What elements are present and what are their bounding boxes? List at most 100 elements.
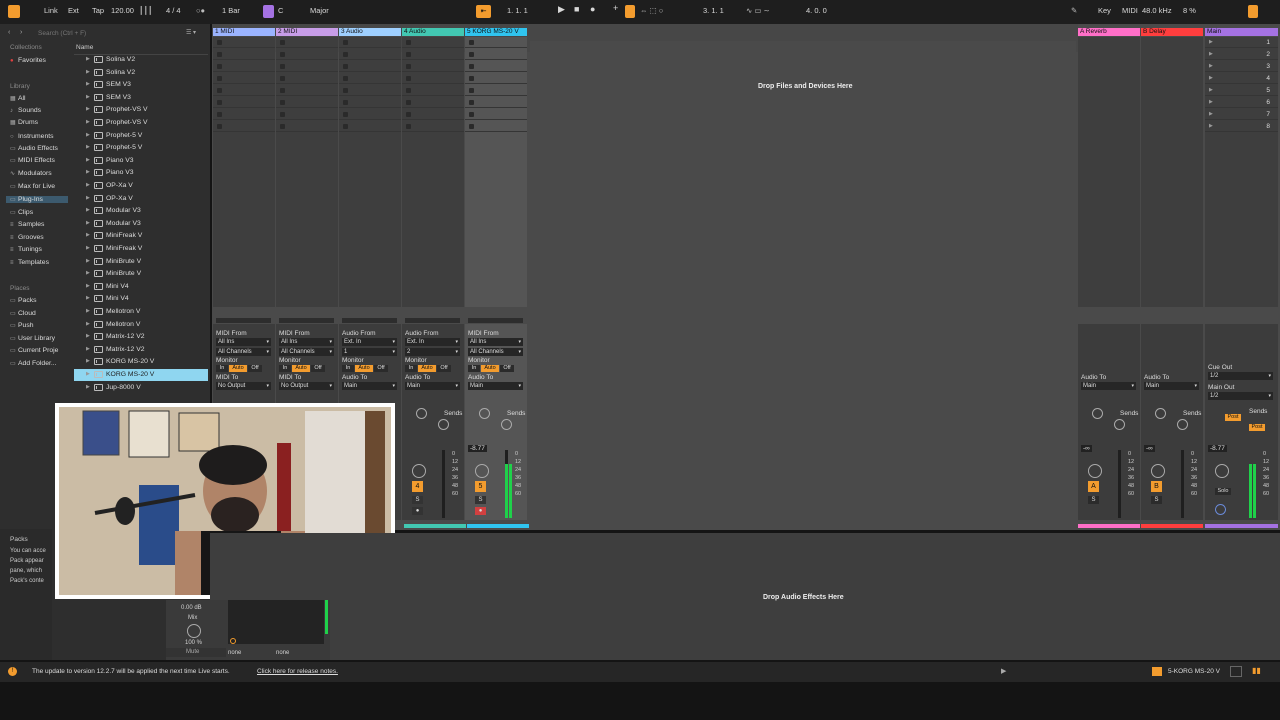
sidebar-item-sounds[interactable]: ♪ Sounds: [10, 107, 41, 114]
scene-launch-icon[interactable]: ▶: [1209, 87, 1213, 93]
scene-slot[interactable]: ▶ 3: [1205, 61, 1278, 72]
sidebar-item-max-for-live[interactable]: ▭ Max for Live: [10, 183, 55, 190]
song-position[interactable]: 1. 1. 1: [507, 6, 528, 15]
browser-item[interactable]: ▶ KORG MS-20 V: [74, 356, 208, 368]
monitor-off-toggle[interactable]: Off: [437, 365, 451, 372]
output-select[interactable]: Main: [1144, 382, 1199, 390]
clip-stop-icon[interactable]: [469, 100, 474, 105]
clip-stop-icon[interactable]: [280, 112, 285, 117]
volume-readout[interactable]: -∞: [1144, 445, 1155, 452]
scene-slot[interactable]: ▶ 6: [1205, 97, 1278, 108]
expand-arrow-icon[interactable]: ▶: [86, 81, 90, 87]
monitor-in-toggle[interactable]: In: [342, 365, 354, 372]
scene-launch-icon[interactable]: ▶: [1209, 99, 1213, 105]
clip-stop-icon[interactable]: [343, 88, 348, 93]
clip-stop-icon[interactable]: [280, 76, 285, 81]
clip-stop-icon[interactable]: [469, 40, 474, 45]
clip-slot[interactable]: [339, 109, 401, 120]
scene-slot[interactable]: ▶ 1: [1205, 37, 1278, 48]
monitor-auto-toggle[interactable]: Auto: [292, 365, 310, 372]
clip-slot[interactable]: [339, 61, 401, 72]
clip-slot[interactable]: [465, 97, 527, 108]
clip-slot[interactable]: [402, 73, 464, 84]
browser-item[interactable]: ▶ SEM V3: [74, 92, 208, 104]
solo-button[interactable]: S: [475, 496, 486, 504]
return-activator-button[interactable]: A: [1088, 481, 1099, 492]
browser-item[interactable]: ▶ Piano V3: [74, 155, 208, 167]
pan-knob[interactable]: [475, 464, 489, 478]
expand-arrow-icon[interactable]: ▶: [86, 283, 90, 289]
clip-slot[interactable]: [276, 85, 338, 96]
expand-arrow-icon[interactable]: ▶: [86, 106, 90, 112]
track-activator-button[interactable]: 5: [475, 481, 486, 492]
clip-stop-icon[interactable]: [280, 40, 285, 45]
expand-arrow-icon[interactable]: ▶: [86, 195, 90, 201]
track-header[interactable]: 4 Audio: [402, 28, 464, 36]
ext-button[interactable]: Ext: [68, 6, 79, 15]
send-b-knob[interactable]: [1114, 419, 1125, 430]
follow-icon[interactable]: ○●: [196, 6, 205, 15]
post-toggle-b[interactable]: Post: [1249, 424, 1265, 431]
arm-button[interactable]: ●: [475, 507, 486, 515]
sidebar-item-favorites[interactable]: ● Favorites: [10, 57, 46, 64]
track-header[interactable]: 5 KORG MS-20 V: [465, 28, 527, 36]
clip-slot[interactable]: [465, 49, 527, 60]
clip-stop-icon[interactable]: [406, 40, 411, 45]
clip-slot[interactable]: [402, 97, 464, 108]
browser-item[interactable]: ▶ Matrix-12 V2: [74, 344, 208, 356]
monitor-in-toggle[interactable]: In: [279, 365, 291, 372]
monitor-off-toggle[interactable]: Off: [374, 365, 388, 372]
device-view-icon[interactable]: [1230, 666, 1242, 677]
browser-item[interactable]: ▶ MiniBrute V: [74, 268, 208, 280]
expand-arrow-icon[interactable]: ▶: [86, 69, 90, 75]
browser-item[interactable]: ▶ Mini V4: [74, 293, 208, 305]
post-toggle-a[interactable]: Post: [1225, 414, 1241, 421]
send-a-knob[interactable]: [479, 408, 490, 419]
clip-stop-icon[interactable]: [343, 112, 348, 117]
browser-item[interactable]: ▶ Matrix-12 V2: [74, 331, 208, 343]
sidebar-item-instruments[interactable]: ○ Instruments: [10, 133, 54, 140]
output-select[interactable]: No Output: [216, 382, 271, 390]
sidebar-item-grooves[interactable]: ≡ Grooves: [10, 234, 44, 241]
channel-select[interactable]: All Channels: [216, 348, 271, 356]
sidebar-item-plug-ins[interactable]: ▭ Plug-Ins: [6, 196, 68, 203]
main-out-select[interactable]: 1/2: [1208, 392, 1273, 400]
release-notes-link[interactable]: Click here for release notes.: [257, 668, 338, 675]
clip-stop-icon[interactable]: [343, 124, 348, 129]
sidebar-item-all[interactable]: ▦ All: [10, 95, 26, 102]
output-select[interactable]: Main: [1081, 382, 1136, 390]
scope-handle-icon[interactable]: [230, 638, 236, 644]
gain-value[interactable]: 0.00 dB: [181, 605, 202, 611]
scroll-right-icon[interactable]: ▶: [1001, 667, 1006, 675]
meter-view-icon[interactable]: ▮▮: [1252, 666, 1261, 675]
scene-launch-icon[interactable]: ▶: [1209, 75, 1213, 81]
key-map-button[interactable]: Key: [1098, 6, 1111, 15]
clip-stop-icon[interactable]: [343, 52, 348, 57]
name-column-header[interactable]: Name: [76, 44, 93, 51]
clip-slot[interactable]: [465, 109, 527, 120]
draw-mode-icon[interactable]: ✎: [1071, 6, 1077, 15]
expand-arrow-icon[interactable]: ▶: [86, 258, 90, 264]
browser-item[interactable]: ▶ MiniFreak V: [74, 243, 208, 255]
overdub-icon[interactable]: +: [613, 3, 618, 13]
scene-launch-icon[interactable]: ▶: [1209, 51, 1213, 57]
monitor-off-toggle[interactable]: Off: [248, 365, 262, 372]
expand-arrow-icon[interactable]: ▶: [86, 182, 90, 188]
monitor-off-toggle[interactable]: Off: [500, 365, 514, 372]
clip-slot[interactable]: [213, 49, 275, 60]
output-select[interactable]: No Output: [279, 382, 334, 390]
sidebar-item-place-3[interactable]: ▭ User Library: [10, 335, 55, 342]
back-arrow-icon[interactable]: ‹: [8, 29, 10, 36]
cue-out-select[interactable]: 1/2: [1208, 372, 1273, 380]
clip-stop-button[interactable]: [468, 318, 523, 323]
clip-slot[interactable]: [276, 109, 338, 120]
clip-stop-icon[interactable]: [469, 64, 474, 69]
clip-slot[interactable]: [339, 85, 401, 96]
clip-slot[interactable]: [465, 121, 527, 132]
drop-area[interactable]: Drop Files and Devices Here: [530, 41, 1076, 335]
volume-readout[interactable]: -∞: [1081, 445, 1092, 452]
filter-icon[interactable]: ☰ ▾: [186, 29, 196, 36]
clip-stop-icon[interactable]: [217, 40, 222, 45]
monitor-auto-toggle[interactable]: Auto: [229, 365, 247, 372]
clip-stop-icon[interactable]: [406, 76, 411, 81]
